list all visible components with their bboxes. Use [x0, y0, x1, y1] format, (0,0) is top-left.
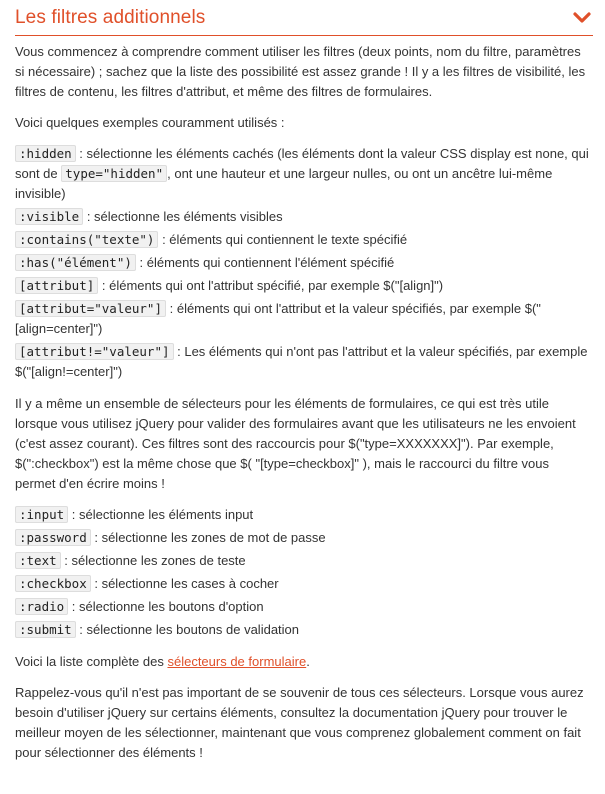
- forms-paragraph: Il y a même un ensemble de sélecteurs po…: [15, 396, 576, 491]
- list-item: [attribut] : éléments qui ont l'attribut…: [15, 276, 593, 296]
- code-snippet: :submit: [15, 621, 76, 638]
- code-snippet: :checkbox: [15, 575, 91, 592]
- list-item: [attribut="valeur"] : éléments qui ont l…: [15, 299, 593, 339]
- item-description: : éléments qui ont l'attribut spécifié, …: [98, 278, 444, 293]
- form-selectors-link[interactable]: sélecteurs de formulaire: [167, 654, 306, 669]
- code-snippet: [attribut!="valeur"]: [15, 343, 174, 360]
- form-filter-list: :input : sélectionne les éléments input …: [15, 505, 593, 640]
- code-snippet: :input: [15, 506, 69, 523]
- code-snippet: :text: [15, 552, 61, 569]
- code-snippet: :hidden: [15, 145, 76, 162]
- code-snippet: :visible: [15, 208, 84, 225]
- item-description: : sélectionne les zones de teste: [60, 553, 246, 568]
- list-item: :contains("texte") : éléments qui contie…: [15, 230, 593, 250]
- full-list-text: Voici la liste complète des: [15, 654, 168, 669]
- list-item: :has("élément") : éléments qui contienne…: [15, 253, 593, 273]
- examples-heading: Voici quelques exemples couramment utili…: [15, 115, 285, 130]
- item-description: : éléments qui contiennent l'élément spé…: [135, 255, 395, 270]
- item-description: : sélectionne les cases à cocher: [90, 576, 279, 591]
- section-header[interactable]: Les filtres additionnels: [15, 0, 593, 36]
- code-snippet: [attribut]: [15, 277, 99, 294]
- item-description: : sélectionne les boutons d'option: [68, 599, 264, 614]
- section-title: Les filtres additionnels: [15, 6, 206, 28]
- full-list-paragraph: Voici la liste complète des sélecteurs d…: [15, 652, 593, 672]
- item-description: : sélectionne les zones de mot de passe: [90, 530, 326, 545]
- list-item: :radio : sélectionne les boutons d'optio…: [15, 597, 593, 617]
- list-item: :checkbox : sélectionne les cases à coch…: [15, 574, 593, 594]
- closing-paragraph: Rappelez-vous qu'il n'est pas important …: [15, 685, 584, 760]
- code-snippet: :has("élément"): [15, 254, 136, 271]
- filter-list: :hidden : sélectionne les éléments caché…: [15, 144, 593, 382]
- item-description: : sélectionne les éléments input: [68, 507, 254, 522]
- list-item: :password : sélectionne les zones de mot…: [15, 528, 593, 548]
- item-description: : sélectionne les éléments visibles: [83, 209, 283, 224]
- list-item: :hidden : sélectionne les éléments caché…: [15, 144, 593, 204]
- item-description: : éléments qui contiennent le texte spéc…: [158, 232, 408, 247]
- list-item: :input : sélectionne les éléments input: [15, 505, 593, 525]
- list-item: :text : sélectionne les zones de teste: [15, 551, 593, 571]
- list-item: :submit : sélectionne les boutons de val…: [15, 620, 593, 640]
- chevron-down-icon[interactable]: [571, 7, 593, 29]
- intro-paragraph: Vous commencez à comprendre comment util…: [15, 44, 586, 99]
- code-snippet: :radio: [15, 598, 69, 615]
- code-snippet: :contains("texte"): [15, 231, 159, 248]
- content-section: Les filtres additionnels Vous commencez …: [0, 0, 605, 763]
- list-item: [attribut!="valeur"] : Les éléments qui …: [15, 342, 593, 382]
- full-list-end: .: [306, 654, 310, 669]
- code-snippet: type="hidden": [61, 165, 168, 182]
- code-snippet: [attribut="valeur"]: [15, 300, 166, 317]
- item-description: : sélectionne les boutons de validation: [75, 622, 300, 637]
- code-snippet: :password: [15, 529, 91, 546]
- list-item: :visible : sélectionne les éléments visi…: [15, 207, 593, 227]
